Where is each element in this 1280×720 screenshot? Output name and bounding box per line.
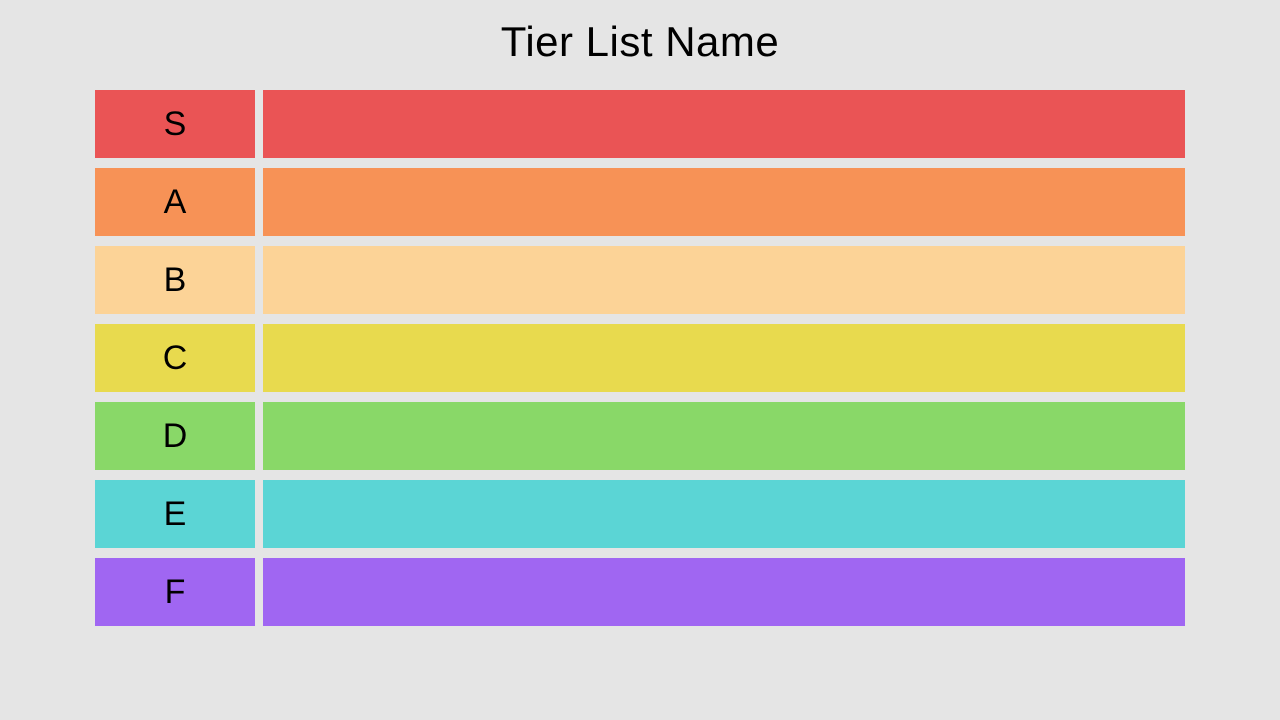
tier-row-a: A	[95, 168, 1185, 236]
tier-row-d: D	[95, 402, 1185, 470]
tier-content-c[interactable]	[263, 324, 1185, 392]
tier-content-b[interactable]	[263, 246, 1185, 314]
tier-content-e[interactable]	[263, 480, 1185, 548]
tier-list-container: Tier List Name S A B C D E F	[0, 0, 1280, 720]
tier-content-f[interactable]	[263, 558, 1185, 626]
tier-label-d[interactable]: D	[95, 402, 255, 470]
tier-row-f: F	[95, 558, 1185, 626]
tier-label-a[interactable]: A	[95, 168, 255, 236]
tier-label-b[interactable]: B	[95, 246, 255, 314]
tier-content-s[interactable]	[263, 90, 1185, 158]
tier-label-f[interactable]: F	[95, 558, 255, 626]
tier-content-a[interactable]	[263, 168, 1185, 236]
tier-label-c[interactable]: C	[95, 324, 255, 392]
tier-content-d[interactable]	[263, 402, 1185, 470]
tier-row-b: B	[95, 246, 1185, 314]
tier-label-e[interactable]: E	[95, 480, 255, 548]
tier-row-c: C	[95, 324, 1185, 392]
tier-list-title: Tier List Name	[501, 18, 780, 66]
tier-row-s: S	[95, 90, 1185, 158]
tier-row-e: E	[95, 480, 1185, 548]
tier-list: S A B C D E F	[95, 90, 1185, 626]
tier-label-s[interactable]: S	[95, 90, 255, 158]
